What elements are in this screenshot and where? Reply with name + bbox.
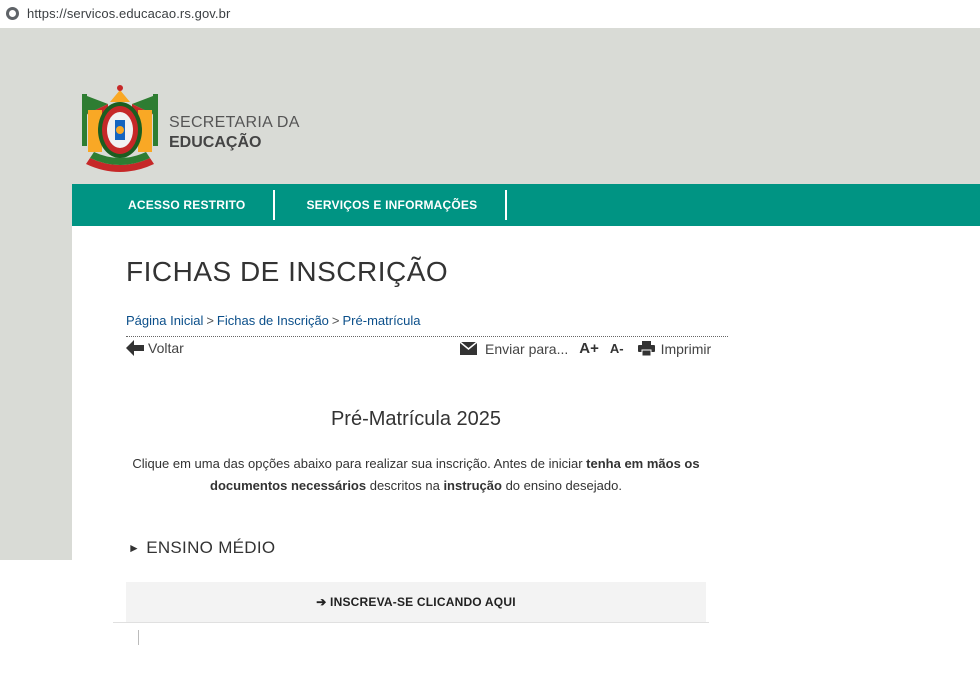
enroll-divider [113,622,709,623]
enroll-button[interactable]: ➔ INSCREVA-SE CLICANDO AQUI [126,582,706,622]
page-tools: Enviar para... A+ A- Imprimir [460,340,711,357]
url-text[interactable]: https://servicos.educacao.rs.gov.br [27,6,230,21]
site-info-icon[interactable] [6,6,19,20]
print-button[interactable]: Imprimir [624,340,712,357]
left-gap [0,560,72,686]
font-increase-button[interactable]: A+ [579,340,599,357]
printer-icon [637,341,655,356]
nav-servicos-informacoes[interactable]: SERVIÇOS E INFORMAÇÕES [275,184,505,226]
main-nav: ACESSO RESTRITO SERVIÇOS E INFORMAÇÕES [72,184,980,226]
dotted-divider [126,336,728,337]
send-label: Enviar para... [485,340,569,357]
brand-line1: SECRETARIA DA [169,114,300,131]
send-button[interactable]: Enviar para... [460,341,568,357]
accordion-ensino-medio[interactable]: ► ENSINO MÉDIO [128,538,275,558]
font-decrease-button[interactable]: A- [610,341,624,356]
page-title: FICHAS DE INSCRIÇÃO [126,256,449,287]
section-title: Pré-Matrícula 2025 [330,408,502,430]
brand-name[interactable]: SECRETARIA DA EDUCAÇÃO [169,114,300,152]
breadcrumb: Página Inicial > Fichas de Inscrição > Pré-m… [126,313,421,328]
back-label: Voltar [148,340,184,356]
back-button[interactable]: Voltar [126,340,184,356]
print-label: Imprimir [660,340,712,357]
arrow-left-icon [126,340,144,356]
nav-acesso-restrito[interactable]: ACESSO RESTRITO [72,184,273,226]
triangle-right-icon: ► [128,541,141,555]
breadcrumb-current[interactable]: Pré-matrícula [343,313,421,328]
address-bar[interactable]: https://servicos.educacao.rs.gov.br [0,0,980,26]
brand-line2: EDUCAÇÃO [169,134,262,151]
breadcrumb-home[interactable]: Página Inicial [126,313,203,328]
mail-icon [460,342,477,355]
intro-text: Clique em uma das opções abaixo para rea… [132,456,700,493]
breadcrumb-fichas[interactable]: Fichas de Inscrição [217,313,329,328]
coat-of-arms-logo[interactable] [80,82,160,180]
text-caret [138,630,139,645]
breadcrumb-separator: > [206,313,214,328]
breadcrumb-separator: > [331,313,340,328]
accordion-label: ENSINO MÉDIO [146,538,276,557]
nav-separator [505,190,508,220]
